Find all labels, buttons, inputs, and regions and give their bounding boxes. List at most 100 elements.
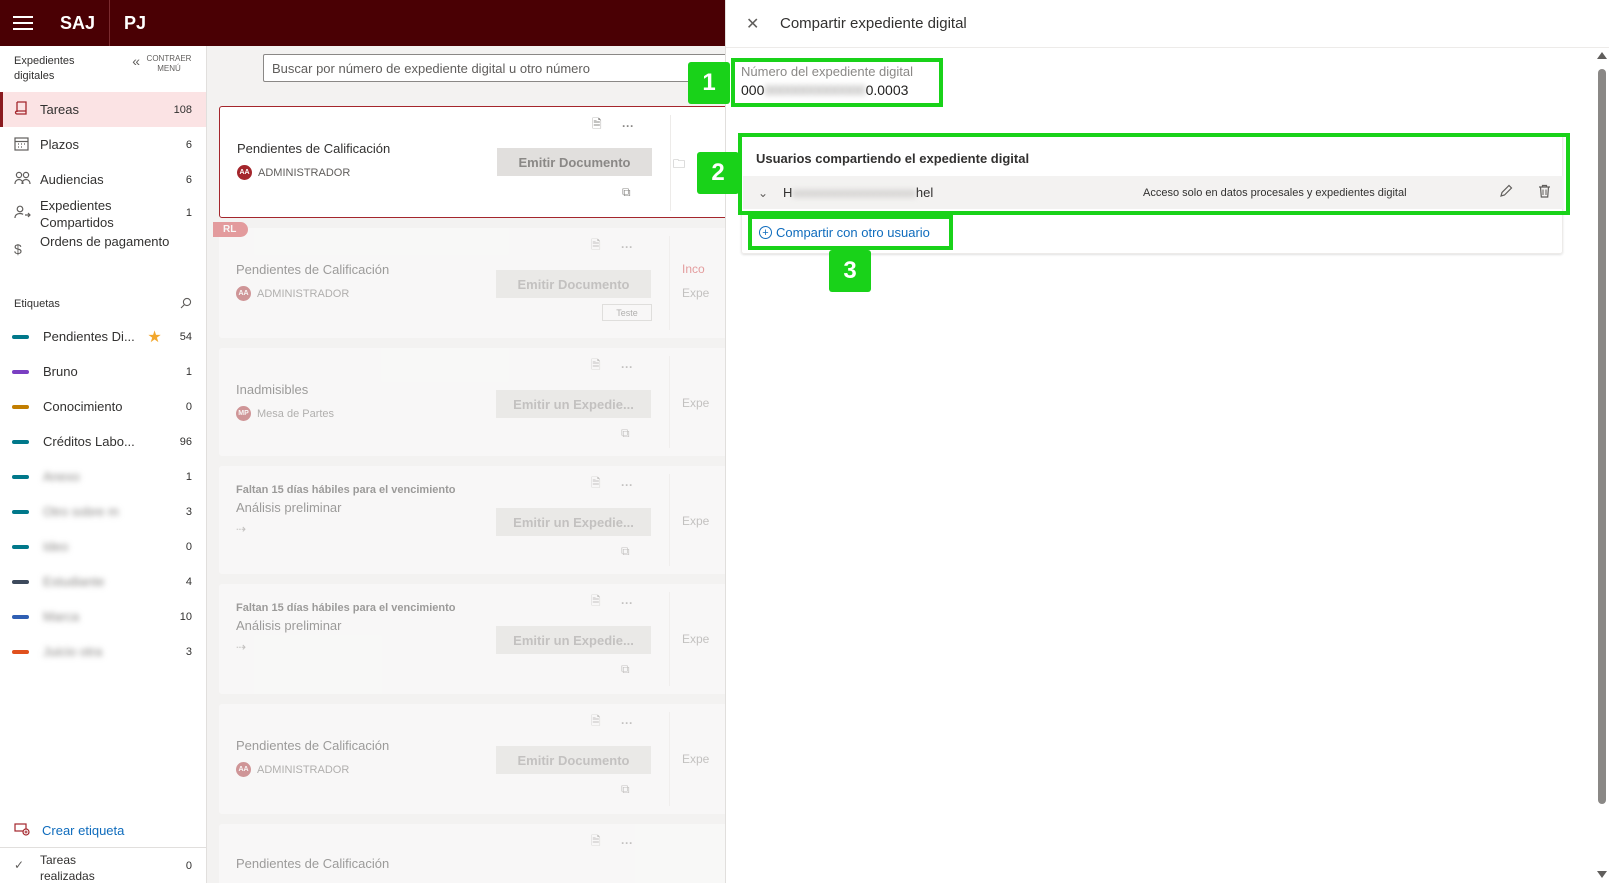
tag-item[interactable]: Anexo 1: [0, 459, 206, 494]
tag-item[interactable]: Marca 10: [0, 599, 206, 634]
brand-pj[interactable]: PJ: [110, 0, 160, 46]
task-card[interactable]: RL 🗎 ··· Pendientes de Calificación AA A…: [213, 222, 739, 338]
more-options-icon[interactable]: ···: [621, 716, 633, 730]
sidebar-item-plazos[interactable]: Plazos 6: [0, 127, 206, 162]
sidebar-item-count: 0: [185, 860, 192, 872]
scroll-down-arrow-icon[interactable]: [1597, 871, 1607, 878]
tag-item[interactable]: Juicio otra 3: [0, 634, 206, 669]
callout-highlight-1: [731, 58, 943, 107]
card-divider: [669, 474, 670, 566]
sidebar-item-count: 6: [185, 173, 192, 186]
emit-document-button[interactable]: Emitir Documento: [497, 148, 652, 176]
hamburger-menu-icon[interactable]: [0, 0, 46, 46]
tag-color-bar: [12, 649, 29, 654]
document-icon[interactable]: 🗎: [591, 356, 601, 377]
document-icon[interactable]: 🗎: [591, 236, 601, 257]
tag-add-icon[interactable]: ⧉: [621, 782, 630, 797]
sidebar-item-audiencias[interactable]: Audiencias 6: [0, 162, 206, 197]
tag-label: Otro sobre m: [43, 504, 119, 519]
task-list-area: Buscar por número de expediente digital …: [207, 46, 739, 883]
assign-person-icon[interactable]: ⇢: [236, 640, 246, 654]
tag-item[interactable]: Estudiante 4: [0, 564, 206, 599]
panel-header: ✕ Compartir expediente digital: [726, 0, 1609, 48]
more-options-icon[interactable]: ···: [621, 240, 633, 254]
search-input[interactable]: Buscar por número de expediente digital …: [263, 54, 733, 82]
brand-saj[interactable]: SAJ: [46, 0, 109, 46]
checkmark-icon: ✓: [14, 858, 25, 872]
card-title: Análisis preliminar: [236, 618, 342, 633]
sidebar-item-count: 6: [185, 138, 192, 151]
task-card[interactable]: 🗎 ··· Pendientes de Calificación AA ADMI…: [219, 704, 739, 814]
tag-color-bar: [12, 404, 29, 409]
tag-count: 4: [185, 575, 192, 588]
task-card[interactable]: 🗎 ··· Pendientes de Calificación AA ADMI…: [219, 106, 739, 218]
more-options-icon[interactable]: ···: [621, 478, 633, 492]
search-icon[interactable]: [180, 297, 192, 312]
tag-item[interactable]: Conocimiento 0: [0, 389, 206, 424]
collapse-menu-label: CONTRAER MENÚ: [146, 54, 192, 73]
teste-tag-button[interactable]: Teste: [602, 304, 652, 321]
more-options-icon[interactable]: ···: [621, 836, 633, 850]
sidebar-item-tareas-realizadas[interactable]: ✓ Tareas realizadas 0: [0, 847, 206, 883]
task-card[interactable]: 🗎 ··· Faltan 15 días hábiles para el ven…: [219, 584, 739, 694]
card-subtitle: AA ADMINISTRADOR: [236, 286, 349, 301]
create-tag-label: Crear etiqueta: [42, 822, 125, 838]
card-owner: ADMINISTRADOR: [257, 763, 350, 776]
close-icon[interactable]: ✕: [746, 14, 764, 34]
tag-item[interactable]: Otro sobre m 3: [0, 494, 206, 529]
tag-add-icon[interactable]: ⧉: [621, 544, 630, 559]
sidebar-item-label: Ordens de pagamento: [40, 234, 170, 249]
more-options-icon[interactable]: ···: [622, 119, 634, 133]
tag-item[interactable]: Bruno 1: [0, 354, 206, 389]
card-deadline: Faltan 15 días hábiles para el vencimien…: [236, 602, 456, 614]
sidebar-item-tareas[interactable]: Tareas 108: [0, 92, 206, 127]
tag-label: Bruno: [43, 364, 78, 379]
tag-item[interactable]: Pendientes Di... ★ 54: [0, 319, 206, 354]
emit-expediente-button[interactable]: Emitir un Expedie...: [496, 508, 651, 536]
emit-expediente-button[interactable]: Emitir un Expedie...: [496, 626, 651, 654]
sidebar-item-label: Tareas realizadas: [40, 853, 95, 883]
tag-label: Marca: [43, 609, 80, 624]
tag-add-icon[interactable]: ⧉: [622, 185, 631, 200]
more-options-icon[interactable]: ···: [621, 360, 633, 374]
tag-add-icon[interactable]: ⧉: [621, 662, 630, 677]
task-card[interactable]: 🗎 ··· Faltan 15 días hábiles para el ven…: [219, 466, 739, 574]
tag-count: 3: [185, 645, 192, 658]
panel-scrollbar[interactable]: [1597, 52, 1607, 878]
card-divider: [669, 356, 670, 448]
tag-add-icon[interactable]: ⧉: [621, 426, 630, 441]
emit-document-button[interactable]: Emitir Documento: [496, 746, 651, 774]
document-icon[interactable]: 🗎: [591, 832, 601, 853]
expediente-label: Expe: [682, 286, 710, 300]
emit-document-button[interactable]: Emitir Documento: [496, 270, 651, 298]
expediente-label: Expe: [682, 514, 710, 528]
assign-person-icon[interactable]: ⇢: [236, 522, 246, 536]
emit-expediente-button[interactable]: Emitir un Expedie...: [496, 390, 651, 418]
document-icon[interactable]: 🗎: [591, 474, 601, 495]
sidebar-item-expedientes-compartidos[interactable]: Expedientes Compartidos 1: [0, 197, 206, 233]
document-clock-icon[interactable]: 🗎: [592, 115, 602, 136]
task-card[interactable]: 🗎 ··· Pendientes de Calificación: [219, 824, 739, 883]
scroll-up-arrow-icon[interactable]: [1597, 52, 1607, 59]
tag-item[interactable]: Créditos Labo... 96: [0, 424, 206, 459]
people-icon: [14, 171, 40, 188]
sidebar-title: Expedientes digitales: [14, 55, 75, 82]
task-card[interactable]: 🗎 ··· Inadmisibles MP Mesa de Partes Emi…: [219, 348, 739, 456]
tag-item[interactable]: Ideo 0: [0, 529, 206, 564]
panel-title: Compartir expediente digital: [780, 15, 967, 32]
tag-color-bar: [12, 369, 29, 374]
avatar: AA: [236, 286, 251, 301]
tag-color-bar: [12, 439, 29, 444]
create-tag-link[interactable]: Crear etiqueta: [0, 813, 206, 847]
tag-count: 96: [179, 435, 192, 448]
document-icon[interactable]: 🗎: [591, 712, 601, 733]
document-icon[interactable]: 🗎: [591, 592, 601, 613]
star-icon[interactable]: ★: [147, 327, 161, 347]
sidebar-item-ordens-de-pagamento[interactable]: $ Ordens de pagamento: [0, 233, 206, 269]
card-title: Pendientes de Calificación: [236, 262, 390, 277]
scroll-thumb[interactable]: [1598, 69, 1606, 804]
expediente-label: Expe: [682, 632, 710, 646]
more-options-icon[interactable]: ···: [621, 596, 633, 610]
tag-label: Pendientes Di...: [43, 329, 135, 344]
collapse-menu-button[interactable]: « CONTRAER MENÚ: [132, 54, 192, 92]
